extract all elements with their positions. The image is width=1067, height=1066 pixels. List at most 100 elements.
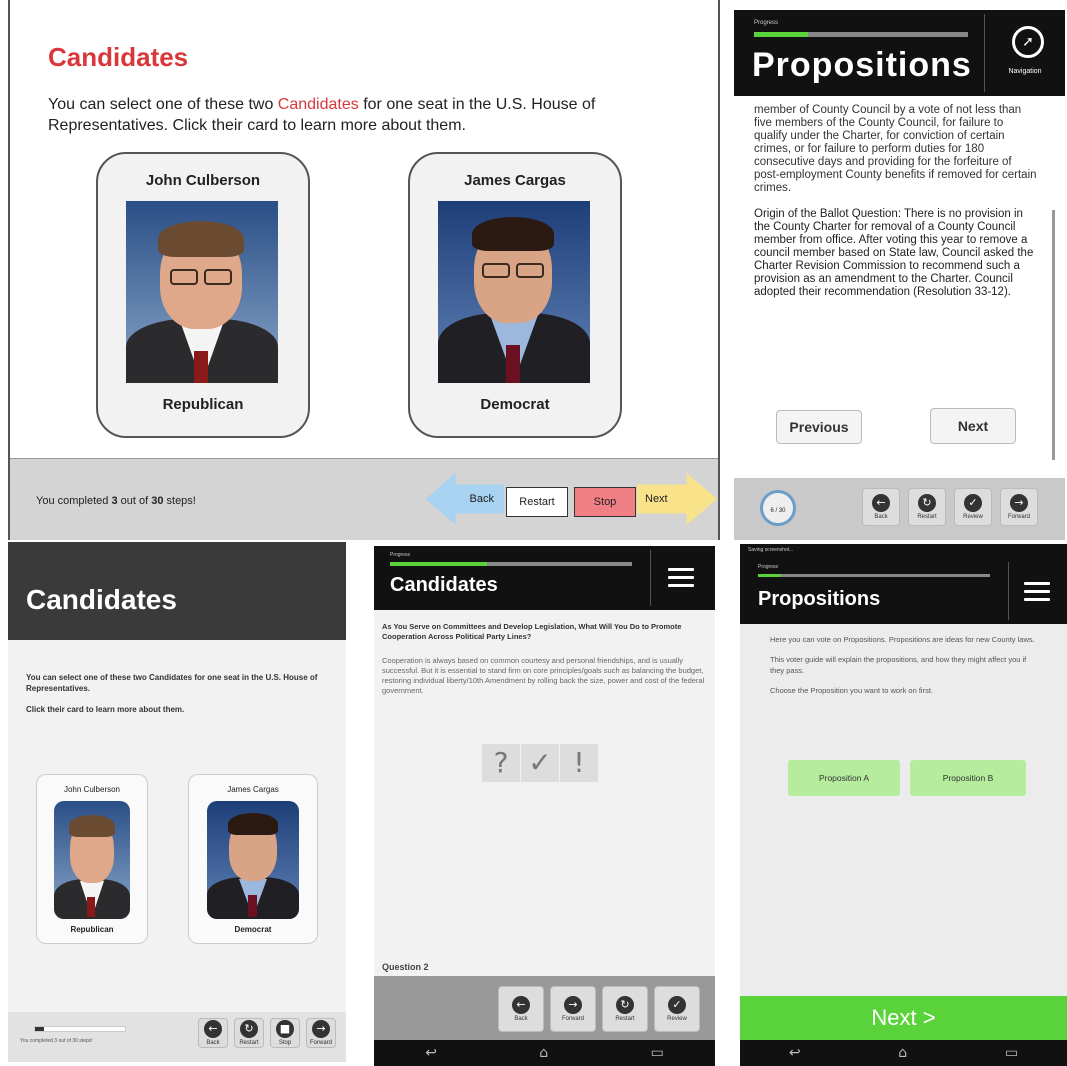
- system-nav-bar: ↩ ⌂ ▭: [374, 1040, 715, 1066]
- question-reaction-button[interactable]: ?: [482, 744, 520, 782]
- page-title: Candidates: [48, 42, 189, 72]
- review-toolbar-button[interactable]: ✓ Review: [954, 488, 992, 526]
- restart-toolbar-button[interactable]: ↻ Restart: [602, 986, 648, 1032]
- restart-toolbar-button[interactable]: ↻ Restart: [234, 1018, 264, 1048]
- stop-icon: ■: [276, 1020, 294, 1038]
- toolbar: ← Back → Forward ↻ Restart ✓ Review: [374, 976, 715, 1040]
- reaction-buttons: ? ✓ !: [482, 744, 598, 782]
- progress-bar: [758, 574, 990, 577]
- candidate-card-cargas[interactable]: James Cargas Democrat: [408, 152, 622, 438]
- proposition-b-button[interactable]: Proposition B: [910, 760, 1026, 796]
- candidate-photo: [207, 801, 299, 919]
- progress-fill: [758, 574, 782, 577]
- menu-icon[interactable]: [1024, 578, 1050, 604]
- answer-text: Cooperation is always based on common co…: [382, 656, 705, 695]
- back-nav-icon[interactable]: ↩: [789, 1045, 801, 1061]
- home-nav-icon[interactable]: ⌂: [539, 1045, 548, 1061]
- recents-nav-icon[interactable]: ▭: [651, 1045, 664, 1061]
- previous-button[interactable]: Previous: [776, 410, 862, 444]
- candidate-photo: [54, 801, 130, 919]
- candidate-photo: [126, 201, 278, 383]
- check-reaction-button[interactable]: ✓: [521, 744, 559, 782]
- candidate-name: John Culberson: [145, 172, 261, 189]
- toolbar-label: Review: [667, 1016, 687, 1022]
- forward-toolbar-button[interactable]: → Forward: [306, 1018, 336, 1048]
- restart-toolbar-button[interactable]: ↻ Restart: [908, 488, 946, 526]
- back-nav-icon[interactable]: ↩: [425, 1045, 437, 1061]
- panel-tablet-propositions: Progress Propositions ➚ Navigation membe…: [734, 10, 1065, 540]
- candidate-party: Democrat: [234, 925, 272, 934]
- back-toolbar-button[interactable]: ← Back: [198, 1018, 228, 1048]
- progress-label: Progress: [754, 20, 779, 26]
- panel-desktop-candidates: Candidates You can select one of these t…: [8, 0, 720, 540]
- home-nav-icon[interactable]: ⌂: [898, 1045, 907, 1061]
- candidate-party: Republican: [70, 925, 114, 934]
- progress-fill: [390, 562, 487, 566]
- scrollbar[interactable]: [1052, 210, 1055, 460]
- back-button[interactable]: Back: [426, 473, 504, 525]
- back-icon: ←: [872, 494, 890, 512]
- next-button[interactable]: Next >: [740, 996, 1067, 1040]
- footer-bar: You completed 3 out of 30 steps! Back Re…: [10, 458, 718, 540]
- progress-fill: [754, 32, 808, 37]
- status-text: Saving screenshot...: [748, 547, 794, 553]
- restart-icon: ↻: [918, 494, 936, 512]
- toolbar-label: Restart: [615, 1016, 635, 1022]
- candidate-party: Republican: [162, 396, 244, 413]
- forward-toolbar-button[interactable]: → Forward: [1000, 488, 1038, 526]
- proposition-a-button[interactable]: Proposition A: [788, 760, 900, 796]
- forward-toolbar-button[interactable]: → Forward: [550, 986, 596, 1032]
- menu-icon[interactable]: [668, 564, 694, 590]
- stop-button[interactable]: Stop: [574, 487, 636, 517]
- header-bar: Progress Propositions ➚ Navigation: [734, 10, 1065, 96]
- next-button[interactable]: Next: [637, 473, 717, 525]
- forward-icon: →: [312, 1020, 330, 1038]
- intro-highlight: Candidates: [277, 96, 359, 113]
- progress-label: Progress: [390, 552, 411, 558]
- progress-bar: [390, 562, 632, 566]
- status-bar: Saving screenshot...: [740, 544, 1067, 560]
- exclamation-reaction-button[interactable]: !: [560, 744, 598, 782]
- page-title: Candidates: [390, 574, 498, 596]
- back-toolbar-button[interactable]: ← Back: [498, 986, 544, 1032]
- navigation-label: Navigation: [1008, 68, 1042, 75]
- back-icon: ←: [204, 1020, 222, 1038]
- navigation-button[interactable]: ➚ Navigation: [992, 18, 1058, 88]
- content: member of County Council by a vote of no…: [754, 104, 1038, 299]
- footer-bar: You completed 3 out of 30 steps! ← Back ↻ R…: [8, 1012, 346, 1062]
- progress-text: You completed 3 out of 30 steps!: [36, 495, 196, 507]
- review-icon: ✓: [668, 996, 686, 1014]
- toolbar-label: Back: [874, 514, 888, 520]
- compass-icon: ➚: [1012, 26, 1044, 58]
- toolbar-label: Restart: [917, 514, 937, 520]
- header-divider: [650, 550, 651, 606]
- review-icon: ✓: [964, 494, 982, 512]
- page-title: Propositions: [758, 588, 881, 610]
- candidate-name: James Cargas: [464, 172, 566, 189]
- review-toolbar-button[interactable]: ✓ Review: [654, 986, 700, 1032]
- header-divider: [1008, 562, 1009, 620]
- intro-text: You can select one of these two Candidat…: [48, 96, 596, 134]
- toolbar-label: Forward: [1007, 514, 1030, 520]
- stop-toolbar-button[interactable]: ■ Stop: [270, 1018, 300, 1048]
- recents-nav-icon[interactable]: ▭: [1005, 1045, 1018, 1061]
- candidate-photo: [438, 201, 590, 383]
- toolbar-label: Forward: [561, 1016, 584, 1022]
- candidate-name: James Cargas: [227, 785, 279, 794]
- candidate-card-culberson[interactable]: John Culberson Republican: [96, 152, 310, 438]
- candidate-card-cargas[interactable]: James Cargas Democrat: [188, 774, 318, 944]
- toolbar: 6 / 30 ← Back ↻ Restart ✓ Review → Forward: [734, 478, 1065, 540]
- restart-button[interactable]: Restart: [506, 487, 568, 517]
- header-bar: Progress Candidates: [374, 546, 715, 610]
- toolbar-label: Review: [963, 514, 983, 520]
- question-text: As You Serve on Committees and Develop L…: [382, 622, 682, 641]
- progress-fill: [35, 1027, 44, 1031]
- progress-label: Progress: [758, 564, 779, 570]
- next-button[interactable]: Next: [930, 408, 1016, 444]
- page-title: Candidates: [26, 584, 177, 615]
- candidate-card-culberson[interactable]: John Culberson Republican: [36, 774, 148, 944]
- header-bar: Progress Propositions: [740, 560, 1067, 624]
- restart-icon: ↻: [616, 996, 634, 1014]
- intro-text: You can select one of these two Candidat…: [26, 673, 318, 714]
- back-toolbar-button[interactable]: ← Back: [862, 488, 900, 526]
